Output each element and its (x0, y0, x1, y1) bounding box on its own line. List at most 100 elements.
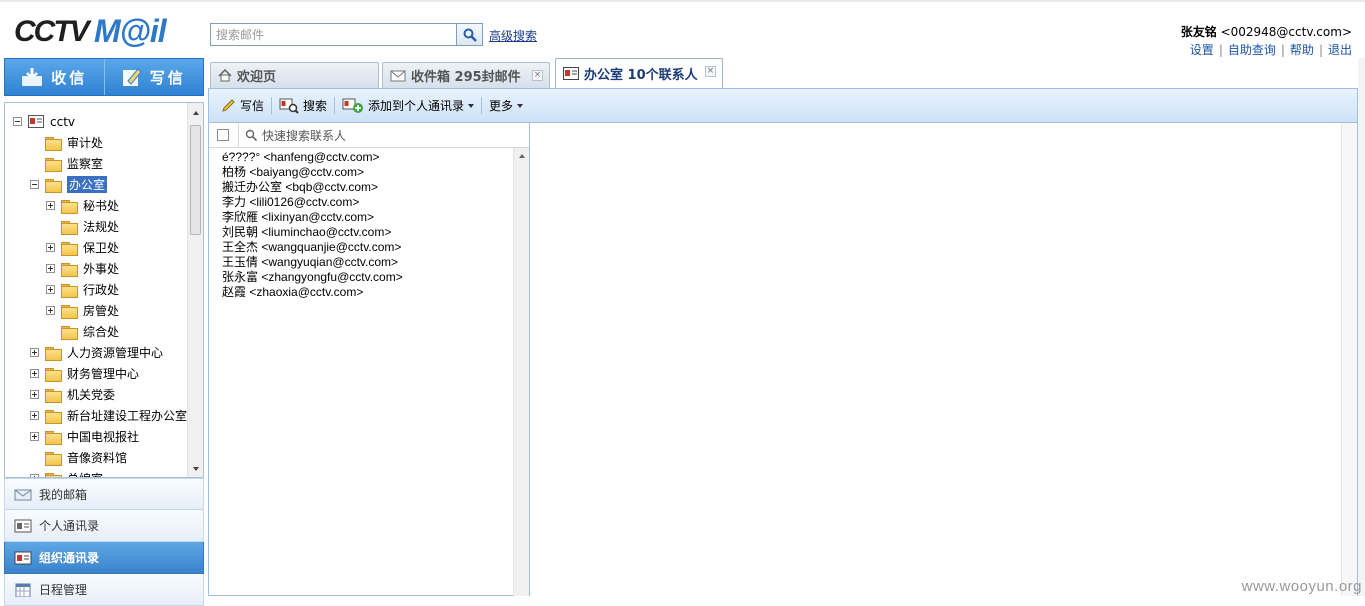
expand-icon[interactable] (30, 390, 39, 399)
list-item[interactable]: 李力 <lili0126@cctv.com> (222, 195, 512, 210)
help-link[interactable]: 帮助 (1290, 43, 1314, 57)
self-service-link[interactable]: 自助查询 (1228, 43, 1276, 57)
collapse-icon[interactable] (13, 117, 22, 126)
tree-item[interactable]: 人力资源管理中心 (30, 343, 163, 362)
tree-label: 音像资料馆 (67, 449, 127, 466)
tab-label: 办公室 10个联系人 (584, 64, 698, 83)
tree-item[interactable]: 中国电视报社 (30, 427, 139, 446)
tree-label: 中国电视报社 (67, 428, 139, 445)
list-item[interactable]: 搬迁办公室 <bqb@cctv.com> (222, 180, 512, 195)
tree-item[interactable]: 总编室 (30, 469, 103, 478)
write-mail-button[interactable]: 写信 (217, 97, 268, 114)
folder-icon (45, 158, 61, 170)
nav-org-contacts[interactable]: 组织通讯录 (4, 542, 204, 574)
toolbar-label: 添加到个人通讯录 (368, 97, 464, 114)
list-item[interactable]: 柏杨 <baiyang@cctv.com> (222, 165, 512, 180)
list-item[interactable]: 赵霞 <zhaoxia@cctv.com> (222, 285, 512, 300)
folder-icon (45, 431, 61, 443)
collapse-icon[interactable] (30, 180, 39, 189)
expand-icon[interactable] (46, 306, 55, 315)
quick-search-input[interactable] (262, 129, 512, 143)
nav-personal-contacts[interactable]: 个人通讯录 (4, 510, 204, 542)
expand-icon[interactable] (30, 432, 39, 441)
list-item[interactable]: 王全杰 <wangquanjie@cctv.com> (222, 240, 512, 255)
expand-icon[interactable] (46, 201, 55, 210)
list-item[interactable]: 李欣雁 <lixinyan@cctv.com> (222, 210, 512, 225)
settings-link[interactable]: 设置 (1190, 43, 1214, 57)
expand-icon[interactable] (30, 411, 39, 420)
tree-item[interactable]: 房管处 (46, 301, 119, 320)
select-all-checkbox[interactable] (217, 129, 229, 141)
add-to-personal-button[interactable]: 添加到个人通讯录 (338, 97, 478, 114)
list-item[interactable]: 张永富 <zhangyongfu@cctv.com> (222, 270, 512, 285)
folder-icon (45, 410, 61, 422)
nav-calendar[interactable]: 日程管理 (4, 574, 204, 606)
expand-icon[interactable] (46, 264, 55, 273)
contact-list-pane: é????° <hanfeng@cctv.com> 柏杨 <baiyang@cc… (208, 123, 530, 596)
quick-search[interactable] (238, 123, 529, 148)
tree-item[interactable]: 综合处 (46, 322, 119, 341)
folder-icon (61, 242, 77, 254)
tree-item[interactable]: 审计处 (30, 133, 103, 152)
list-item[interactable]: 王玉倩 <wangyuqian@cctv.com> (222, 255, 512, 270)
receive-button[interactable]: 收信 (5, 59, 104, 95)
chevron-down-icon (517, 104, 523, 108)
contact-card-icon (563, 67, 579, 80)
pencil-icon (221, 98, 236, 113)
tab-label: 收件箱 295封邮件 (411, 66, 521, 85)
tree-item[interactable]: 新台址建设工程办公室 (30, 406, 187, 425)
tree-item[interactable]: 法规处 (46, 217, 119, 236)
tab-welcome[interactable]: 欢迎页 (210, 62, 379, 88)
scroll-thumb[interactable] (190, 125, 201, 235)
search-button[interactable] (457, 23, 483, 46)
mail-search-input[interactable] (211, 24, 456, 45)
advanced-search-link[interactable]: 高级搜索 (489, 27, 537, 44)
more-menu-button[interactable]: 更多 (485, 97, 527, 114)
folder-icon (61, 263, 77, 275)
cctv-mail-logo[interactable]: CCTV M@il (14, 14, 194, 48)
tree-label: 行政处 (83, 281, 119, 298)
nav-label: 日程管理 (39, 581, 87, 598)
expand-icon[interactable] (46, 285, 55, 294)
nav-my-mailbox[interactable]: 我的邮箱 (4, 478, 204, 510)
tree-item[interactable]: 音像资料馆 (30, 448, 127, 467)
close-icon[interactable]: × (532, 70, 543, 81)
contact-card-icon (14, 551, 32, 565)
tree-label: 秘书处 (83, 197, 119, 214)
scroll-up-icon[interactable] (515, 151, 529, 161)
write-button[interactable]: 写信 (104, 59, 204, 95)
tab-label: 欢迎页 (237, 66, 276, 85)
close-icon[interactable]: × (705, 66, 716, 77)
tree-label: 保卫处 (83, 239, 119, 256)
list-item[interactable]: 刘民朝 <liuminchao@cctv.com> (222, 225, 512, 240)
tree-item-selected[interactable]: 办公室 (30, 175, 107, 194)
detail-scrollbar[interactable] (1341, 123, 1357, 596)
tree-item[interactable]: 机关党委 (30, 385, 115, 404)
search-contacts-button[interactable]: 搜索 (275, 97, 331, 114)
tab-inbox[interactable]: 收件箱 295封邮件 × (382, 62, 550, 88)
expand-icon[interactable] (30, 348, 39, 357)
expand-icon[interactable] (30, 369, 39, 378)
expand-icon[interactable] (46, 243, 55, 252)
tree-root[interactable]: cctv (13, 112, 75, 131)
tree-item[interactable]: 财务管理中心 (30, 364, 139, 383)
tree-item[interactable]: 保卫处 (46, 238, 119, 257)
tree-scrollbar[interactable] (187, 103, 203, 477)
scroll-down-icon[interactable] (189, 464, 203, 474)
folder-icon (45, 137, 61, 149)
tree-item[interactable]: 监察室 (30, 154, 103, 173)
mail-search-box[interactable] (210, 23, 457, 46)
contact-card-icon (14, 519, 32, 533)
tree-item[interactable]: 外事处 (46, 259, 119, 278)
tree-item[interactable]: 行政处 (46, 280, 119, 299)
scroll-up-icon[interactable] (189, 108, 203, 118)
mailbox-icon (14, 487, 32, 501)
tree-label: 总编室 (67, 470, 103, 478)
list-header (209, 123, 529, 148)
list-scrollbar[interactable] (513, 148, 529, 596)
tree-item[interactable]: 秘书处 (46, 196, 119, 215)
logout-link[interactable]: 退出 (1328, 43, 1352, 57)
tab-office[interactable]: 办公室 10个联系人 × (555, 58, 723, 88)
user-email: <002948@cctv.com> (1221, 25, 1352, 39)
list-item[interactable]: é????° <hanfeng@cctv.com> (222, 150, 512, 165)
